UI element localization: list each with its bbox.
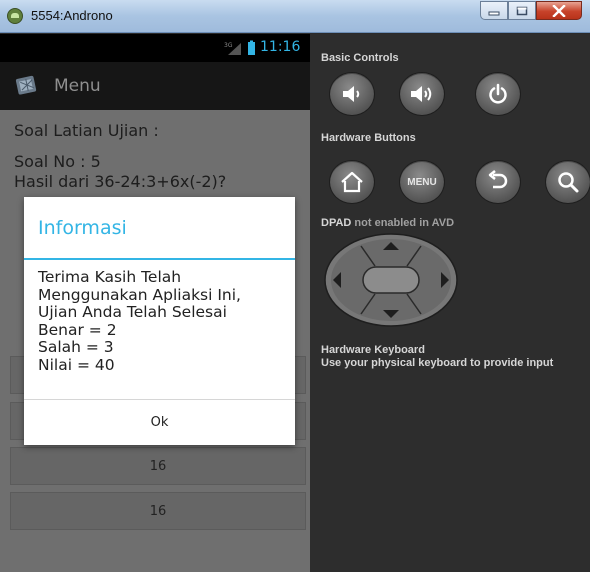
dialog-message-line: Nilai = 40: [38, 355, 115, 374]
dialog-message-line: Benar = 2: [38, 320, 117, 339]
dpad-note: not enabled in AVD: [351, 217, 455, 229]
dialog-message: Terima Kasih Telah Menggunakan Apliaksi …: [38, 268, 288, 374]
dialog-message-line: Salah = 3: [38, 338, 114, 356]
question-text: Hasil dari 36-24:3+6x(-2)?: [14, 172, 227, 191]
dialog-message-line: Ujian Anda Telah Selesai: [38, 303, 227, 321]
window-controls: [480, 1, 582, 20]
dialog-divider: [24, 258, 295, 260]
volume-up-icon: [411, 86, 432, 102]
dpad-icon[interactable]: [323, 232, 459, 328]
dpad-prefix: DPAD: [321, 217, 352, 229]
home-icon: [341, 171, 363, 193]
maximize-icon: [516, 6, 528, 15]
title-bar: 5554:Androno: [0, 0, 590, 33]
power-icon: [489, 83, 507, 104]
status-bar: 3G 11:16: [0, 34, 310, 62]
battery-icon: [248, 42, 255, 55]
android-icon: [7, 8, 23, 24]
back-icon: [488, 170, 508, 189]
basic-controls-label: Basic Controls: [321, 52, 399, 64]
minimize-button[interactable]: [480, 1, 508, 20]
dialog-message-line: Terima Kasih Telah: [38, 268, 182, 286]
answer-button[interactable]: 16: [10, 492, 306, 530]
page-heading: Soal Latian Ujian :: [14, 121, 159, 140]
maximize-button[interactable]: [508, 1, 536, 20]
phone-screen: 3G 11:16 Menu Soal Latian Ujian : Soal N…: [0, 34, 310, 572]
question-number: Soal No : 5: [14, 152, 101, 171]
keyboard-title: Hardware Keyboard: [321, 344, 425, 356]
minimize-icon: [488, 11, 500, 15]
hardware-keyboard-section: Hardware Keyboard Use your physical keyb…: [321, 344, 553, 370]
svg-text:3G: 3G: [224, 42, 233, 49]
volume-up-button[interactable]: [399, 72, 445, 116]
menu-app-icon: [15, 75, 37, 95]
menu-button[interactable]: MENU: [399, 160, 445, 204]
dpad-label: DPAD not enabled in AVD: [321, 217, 454, 229]
search-icon: [558, 172, 579, 193]
status-clock: 11:16: [260, 39, 301, 55]
menu-button-label: MENU: [407, 176, 437, 188]
close-button[interactable]: [536, 1, 582, 20]
keyboard-note: Use your physical keyboard to provide in…: [321, 357, 554, 369]
power-button[interactable]: [475, 72, 521, 116]
search-button[interactable]: [545, 160, 590, 204]
action-bar-title: Menu: [54, 76, 101, 96]
emulator-window: 5554:Androno 3G 11:16 Menu Soal Latian U…: [0, 0, 590, 572]
dialog-title: Informasi: [38, 217, 127, 239]
close-icon: [552, 4, 566, 17]
info-dialog: Informasi Terima Kasih Telah Menggunakan…: [24, 197, 295, 445]
ok-button[interactable]: Ok: [24, 400, 295, 445]
volume-down-button[interactable]: [329, 72, 375, 116]
home-button[interactable]: [329, 160, 375, 204]
dialog-message-line: Menggunakan Apliaksi Ini,: [38, 285, 241, 304]
answer-button[interactable]: 16: [10, 447, 306, 485]
action-bar: Menu: [0, 62, 310, 110]
signal-icon: 3G: [224, 40, 255, 55]
window-title: 5554:Androno: [31, 8, 113, 23]
emulator-controls-panel: Basic Controls Hardware Buttons MENU DPA…: [310, 34, 590, 572]
hardware-buttons-label: Hardware Buttons: [321, 132, 416, 144]
volume-down-icon: [343, 86, 360, 102]
back-button[interactable]: [475, 160, 521, 204]
